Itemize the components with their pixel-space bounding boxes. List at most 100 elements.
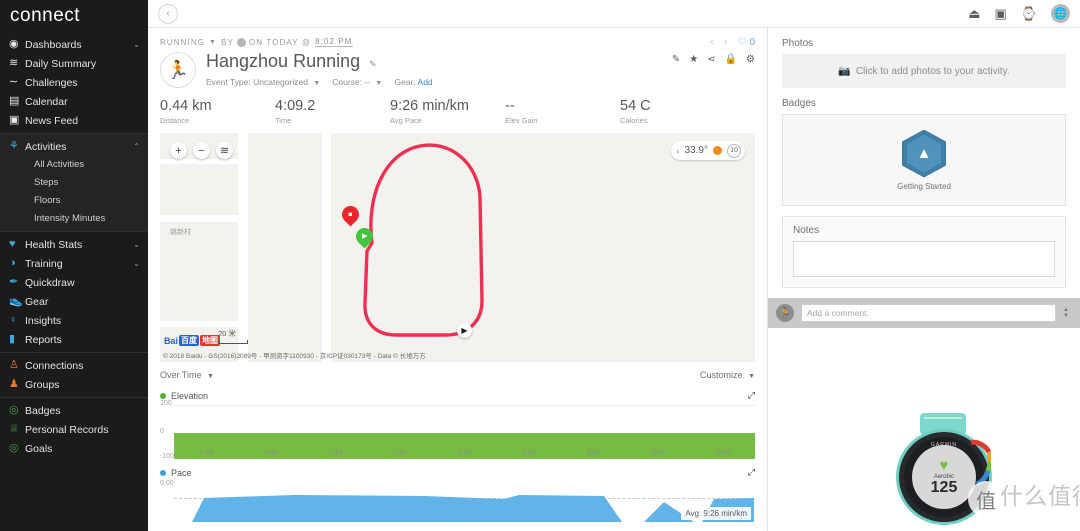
sidebar-item-label: Health Stats	[25, 238, 83, 251]
sidebar-item-connections[interactable]: ♙ Connections	[0, 356, 148, 375]
stat-value: 54 C	[620, 98, 651, 114]
sidebar-item-calendar[interactable]: ▤ Calendar	[0, 92, 148, 111]
sidebar-group-4: ◎ Badges ♕ Personal Records ◎ Goals	[0, 397, 148, 461]
activity-map[interactable]: + − ≋ ‹ 33.9° 10 姚新村 ■ ▶ ▶ Bai 百度 地图 20 …	[160, 133, 755, 362]
pace-expand-icon[interactable]: ⤢	[748, 467, 755, 478]
avatar[interactable]: 🌐	[1051, 4, 1070, 23]
customize-label: Customize	[700, 370, 743, 380]
x-tick-label: 1:15	[328, 450, 343, 457]
chevron-icon[interactable]: ⌄	[133, 259, 148, 268]
sidebar-item-personal-records[interactable]: ♕ Personal Records	[0, 420, 148, 439]
main-region: ‹ ⏏ ▣ ⌚ 🌐 RUNNING ▼ BY ON TODAY @ 8:02 P…	[148, 0, 1080, 531]
elevation-expand-icon[interactable]: ⤢	[748, 390, 755, 401]
sidebar-item-reports[interactable]: ▮ Reports	[0, 330, 148, 349]
chevron-icon[interactable]: ⌃	[133, 142, 148, 151]
gear-icon[interactable]: ⚙	[746, 54, 755, 65]
garmin-connect-app: connect ◉ Dashboards ⌄ ≋ Daily Summary ∼ Chall…	[0, 0, 1080, 531]
add-photos-button[interactable]: 📷 Click to add photos to your activity.	[782, 54, 1066, 88]
sidebar-subitem-floors[interactable]: Floors	[0, 192, 148, 210]
star-icon[interactable]: ★	[689, 54, 698, 65]
pace-ytick-top: 0:00	[160, 480, 174, 487]
badges-panel: ▲ Getting Started	[782, 114, 1066, 206]
sidebar-item-insights[interactable]: ♀ Insights	[0, 311, 148, 330]
activity-meta-row: RUNNING ▼ BY ON TODAY @ 8:02 PM ‹ › ♡ 0	[148, 28, 767, 48]
sidebar-item-goals[interactable]: ◎ Goals	[0, 439, 148, 458]
map-layers-icon[interactable]: ≋	[216, 142, 233, 159]
share-icon[interactable]: ⋖	[707, 54, 715, 65]
sidebar-item-health-stats[interactable]: ♥ Health Stats ⌄	[0, 235, 148, 254]
weather-count-badge: 10	[727, 143, 741, 158]
stat-elev-gain: -- Elev Gain	[505, 98, 620, 125]
gear-add-link[interactable]: Add	[418, 77, 433, 87]
sidebar-item-label: Calendar	[25, 95, 68, 108]
sidebar-item-training[interactable]: ◑ Training ⌄	[0, 254, 148, 273]
sidebar-item-daily-summary[interactable]: ≋ Daily Summary	[0, 54, 148, 73]
sidebar-item-quickdraw[interactable]: ✒ Quickdraw	[0, 273, 148, 292]
baidu-logo: Bai 百度 地图	[164, 335, 221, 346]
map-zoom-out-button[interactable]: −	[193, 142, 210, 159]
elevation-plot[interactable]: 100 0 -100 0:25 0:50 1:15 1:40 2:05 2:30 2:55 3…	[160, 400, 755, 461]
sidebar-nav: ◉ Dashboards ⌄ ≋ Daily Summary ∼ Challenges ▤ Ca…	[0, 32, 148, 461]
chevron-icon[interactable]: ⌄	[133, 40, 148, 49]
chevron-icon[interactable]: ⌄	[133, 240, 148, 249]
back-button[interactable]: ‹	[158, 3, 178, 24]
pace-plot[interactable]: 0:00 Avg: 9:26 min/km	[160, 480, 755, 522]
speedometer-icon: ◉	[9, 38, 19, 50]
x-tick-label: 1:40	[393, 450, 407, 457]
by-label: BY	[221, 37, 234, 47]
activity-time[interactable]: 8:02 PM	[315, 37, 353, 47]
weather-chevron-left-icon[interactable]: ‹	[677, 146, 680, 156]
bar-chart-icon: ▮	[9, 333, 16, 345]
event-type-field[interactable]: Event Type: Uncategorized ▼	[206, 77, 320, 87]
brand-logo[interactable]: connect	[0, 0, 148, 32]
sidebar-item-challenges[interactable]: ∼ Challenges	[0, 73, 148, 92]
baidu-logo-text: Bai	[164, 335, 179, 346]
next-activity-button[interactable]: ›	[724, 36, 728, 48]
upload-cloud-icon[interactable]: ⏏	[968, 7, 980, 20]
spinner-down-icon[interactable]: ▼	[1063, 313, 1069, 319]
notes-textarea[interactable]	[793, 241, 1055, 277]
sidebar-item-groups[interactable]: ♟ Groups	[0, 375, 148, 394]
stat-value: --	[505, 98, 515, 114]
on-label: ON TODAY @	[248, 37, 312, 47]
heart-icon: ♡	[737, 36, 747, 48]
badge-icon[interactable]: ▲	[902, 129, 946, 178]
sidebar-item-activities[interactable]: ⚘ Activities ⌃	[0, 137, 148, 156]
customize-dropdown[interactable]: Customize ▼	[700, 370, 755, 380]
sidebar-item-badges[interactable]: ◎ Badges	[0, 401, 148, 420]
customize-chevron-down-icon: ▼	[748, 373, 755, 380]
watch-heart-rate-value: 125	[930, 479, 958, 496]
camera-icon: 📷	[838, 65, 851, 77]
pace-legend-dot-icon	[160, 469, 166, 476]
over-time-dropdown[interactable]: Over Time ▼	[160, 370, 214, 380]
edit-title-pencil-icon[interactable]: ✎	[369, 59, 377, 69]
sidebar-item-gear[interactable]: 👟 Gear	[0, 292, 148, 311]
map-playback-button[interactable]: ▶	[457, 323, 472, 338]
activity-type-caret-icon[interactable]: ▼	[209, 39, 217, 46]
page-title: Hangzhou Running ✎	[206, 50, 433, 75]
inbox-icon[interactable]: ▣	[995, 7, 1007, 20]
sidebar-subitem-all-activities[interactable]: All Activities	[0, 156, 148, 174]
course-field[interactable]: Course: -- ▼	[332, 77, 382, 87]
comment-input[interactable]: Add a comment.	[801, 304, 1057, 322]
sidebar-item-label: Goals	[25, 442, 53, 455]
activity-column: RUNNING ▼ BY ON TODAY @ 8:02 PM ‹ › ♡ 0	[148, 28, 768, 531]
sidebar-item-label: Gear	[25, 295, 49, 308]
comment-scroll-spinner[interactable]: ▲ ▼	[1063, 307, 1072, 319]
sidebar-subitem-intensity-minutes[interactable]: Intensity Minutes	[0, 210, 148, 228]
sidebar-subitem-steps[interactable]: Steps	[0, 174, 148, 192]
map-zoom-in-button[interactable]: +	[170, 142, 187, 159]
sidebar-item-news-feed[interactable]: ▣ News Feed	[0, 111, 148, 130]
prev-activity-button[interactable]: ‹	[710, 36, 714, 48]
owner-avatar[interactable]	[236, 37, 246, 47]
gear-field: Gear: Add	[394, 77, 432, 87]
sidebar-item-label: Personal Records	[25, 423, 109, 436]
watch-device-icon[interactable]: ⌚	[1021, 7, 1037, 20]
weather-widget[interactable]: ‹ 33.9° 10	[670, 141, 745, 160]
course-chevron-down-icon[interactable]: ▼	[375, 80, 382, 87]
event-type-chevron-down-icon[interactable]: ▼	[313, 80, 320, 87]
lock-icon[interactable]: 🔒	[725, 54, 737, 65]
sidebar-item-dashboards[interactable]: ◉ Dashboards ⌄	[0, 35, 148, 54]
like-button[interactable]: ♡ 0	[737, 37, 755, 48]
pencil-icon[interactable]: ✎	[672, 54, 680, 65]
